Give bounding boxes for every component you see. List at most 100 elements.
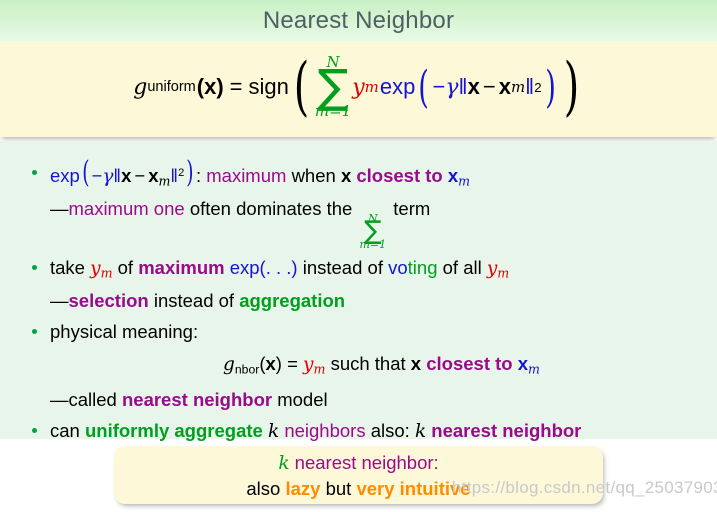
callout-intuitive-label: very intuitive (356, 477, 471, 499)
uniformly-aggregate-label: uniformly aggregate (84, 420, 263, 442)
nbor-closest-to-label: closest to (426, 352, 513, 374)
inline-summation-lower-limit: m=1 (359, 238, 387, 252)
k-var-2: k (414, 421, 427, 443)
formula-inner-minus: − (482, 74, 496, 99)
callout-lazy-label: lazy (285, 477, 321, 499)
nbor-x-vector: x (410, 352, 422, 374)
formula-power: 2 (534, 79, 542, 95)
formula-sign-fn: sign (248, 74, 289, 99)
bullet-exp-maximum-line1: exp(−γ‖x − xm‖2): maximum when x closest t… (50, 155, 707, 195)
voting-label-part1: vo (388, 257, 408, 279)
callout-line-2: also lazy but very intuitive (246, 476, 470, 501)
formula-norm-open: ‖ (458, 74, 468, 99)
exp-colon: : (195, 165, 202, 186)
exp-close-paren: ) (186, 155, 194, 190)
formula-summation: N ∑ m=1 (314, 54, 352, 121)
bullet-physical-meaning-line3: —called nearest neighbor model (50, 386, 707, 413)
also-label: also: (370, 420, 410, 442)
voting-label: voting (388, 257, 437, 278)
formula-inner-open-paren: ( (418, 61, 430, 113)
bullet-list: exp(−γ‖x − xm‖2): maximum when x closest t… (0, 141, 717, 445)
slide-root: Nearest Neighbor g uniform (x) = sign ( N … (0, 0, 717, 512)
nbor-xm-subscript: m (528, 361, 540, 377)
selection-label: selection (68, 289, 149, 311)
formula-gamma: γ (445, 74, 459, 100)
callout-but-label: but (325, 477, 352, 499)
main-formula: g uniform (x) = sign ( N ∑ m=1 y m exp ( − γ ‖… (133, 50, 583, 124)
exp-xm-subscript: m (158, 173, 171, 189)
bullet-take-ym: take ym of maximum exp(. . .) instead of… (24, 254, 707, 314)
page-title: Nearest Neighbor (262, 6, 455, 34)
inline-summation: N ∑ m=1 (359, 213, 386, 251)
exp-gamma: γ (102, 166, 114, 187)
such-that-label: such that (330, 352, 406, 374)
summation-lower-limit: m=1 (314, 102, 352, 121)
formula-open-paren: ( (293, 50, 310, 124)
formula-xm-subscript: m (510, 78, 526, 96)
nbor-equals: = (287, 352, 298, 374)
maximum-label: maximum (206, 165, 287, 186)
formula-g: g (133, 74, 148, 100)
aggregation-label: aggregation (239, 289, 346, 311)
bullet-take-ym-line2: —selection instead of aggregation (50, 287, 707, 314)
callout-nearest-neighbor-label: nearest neighbor: (294, 451, 439, 473)
formula-minus: − (432, 74, 446, 99)
k-nearest-neighbor-label: nearest neighbor (431, 420, 582, 442)
formula-inner-close-paren: ) (544, 61, 556, 113)
term-label: term (393, 197, 431, 219)
neighbors-label: neighbors (284, 420, 366, 442)
k-var-1: k (267, 421, 280, 443)
nbor-xm-vector: x (517, 352, 529, 374)
summary-callout: k nearest neighbor: also lazy but very i… (114, 446, 603, 504)
formula-close-paren: ) (563, 50, 579, 124)
ym-var-2-subscript: m (497, 265, 510, 281)
bullet-exp-maximum: exp(−γ‖x − xm‖2): maximum when x closest t… (24, 155, 707, 251)
callout-k-var: k (278, 452, 290, 474)
called-label: —called (50, 389, 117, 411)
nbor-formula: gnbor(x) = ym such that x closest to xm (50, 350, 707, 383)
physical-meaning-label: physical meaning: (50, 320, 199, 342)
callout-line-1: k nearest neighbor: (278, 450, 438, 476)
exp-power: 2 (178, 166, 185, 179)
xm-vector-bold: x (447, 165, 459, 186)
slide-body: exp(−γ‖x − xm‖2): maximum when x closest t… (0, 141, 717, 442)
formula-banner: g uniform (x) = sign ( N ∑ m=1 y m exp ( − γ ‖… (0, 41, 717, 137)
exp-dots-label: exp(. . .) (229, 257, 298, 279)
x-vector-bold: x (340, 165, 352, 186)
callout-also-label: also (246, 477, 281, 499)
exp-open-paren: ( (82, 155, 90, 190)
formula-exp-fn: exp (379, 74, 416, 99)
nbor-arg: (x) (259, 352, 282, 374)
often-dominates-label: often dominates the (189, 197, 353, 219)
summation-sigma: ∑ (317, 58, 349, 113)
nbor-y-subscript: m (313, 361, 326, 377)
instead-of-label-2: instead of (153, 289, 235, 311)
formula-y: y (352, 74, 365, 100)
exp-fn-label: exp (50, 165, 80, 186)
formula-g-subscript: uniform (147, 79, 196, 95)
nearest-neighbor-label: nearest neighbor (121, 389, 273, 411)
can-label: can (50, 420, 80, 442)
ym-var: y (90, 258, 101, 280)
bullet-physical-meaning: physical meaning: gnbor(x) = ym such tha… (24, 318, 707, 413)
nbor-g-subscript: nbor (234, 362, 260, 377)
maximum-one-label: maximum one (68, 197, 185, 219)
exp-inner-minus: − (134, 165, 146, 186)
slide-title-bar: Nearest Neighbor (0, 0, 717, 41)
instead-of-label-1: instead of (302, 257, 383, 279)
exp-x-vector: x (121, 165, 132, 186)
take-label: take (50, 257, 85, 279)
voting-label-part2: ting (407, 257, 438, 279)
xm-vector-subscript: m (458, 173, 471, 189)
formula-xm-vector: x (498, 74, 511, 99)
ym-var-subscript: m (100, 265, 113, 281)
of-all-label: of all (442, 257, 482, 279)
bullet-exp-maximum-line2: —maximum one often dominates the N ∑ m=1… (50, 195, 707, 251)
formula-y-subscript: m (364, 78, 379, 96)
of-label-1: of (117, 257, 134, 279)
nbor-y: y (303, 353, 314, 375)
exp-norm-open: ‖ (113, 165, 122, 186)
formula-x-vector: x (467, 74, 480, 99)
exp-norm-close: ‖ (170, 165, 179, 186)
exp-xm-vector: x (148, 165, 159, 186)
